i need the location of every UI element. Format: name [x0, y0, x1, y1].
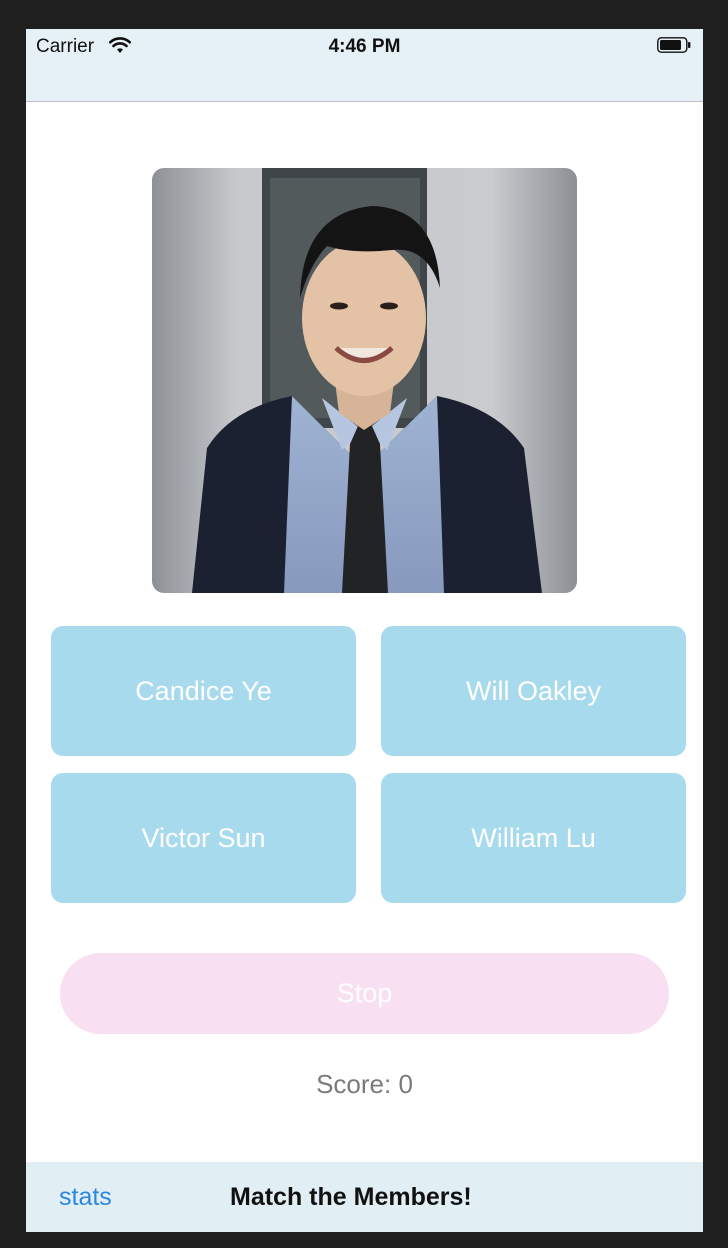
answer-button-4[interactable]: William Lu — [381, 773, 686, 903]
bottom-bar: stats Match the Members! — [26, 1162, 703, 1232]
answer-button-1[interactable]: Candice Ye — [51, 626, 356, 756]
status-time: 4:46 PM — [328, 36, 401, 57]
answer-button-2[interactable]: Will Oakley — [381, 626, 686, 756]
app-screen: Carrier 4:46 PM Candice Ye Will Oakley V… — [26, 29, 703, 1232]
battery-icon — [657, 37, 691, 53]
screen-title: Match the Members! — [230, 1183, 472, 1211]
score-label: Score: 0 — [316, 1069, 413, 1099]
stats-button[interactable]: stats — [59, 1183, 112, 1212]
member-photo — [152, 168, 577, 593]
answer-button-3[interactable]: Victor Sun — [51, 773, 356, 903]
stop-button[interactable]: Stop — [60, 953, 669, 1034]
member-portrait-image — [152, 168, 577, 593]
status-bar: Carrier 4:46 PM — [26, 29, 703, 102]
